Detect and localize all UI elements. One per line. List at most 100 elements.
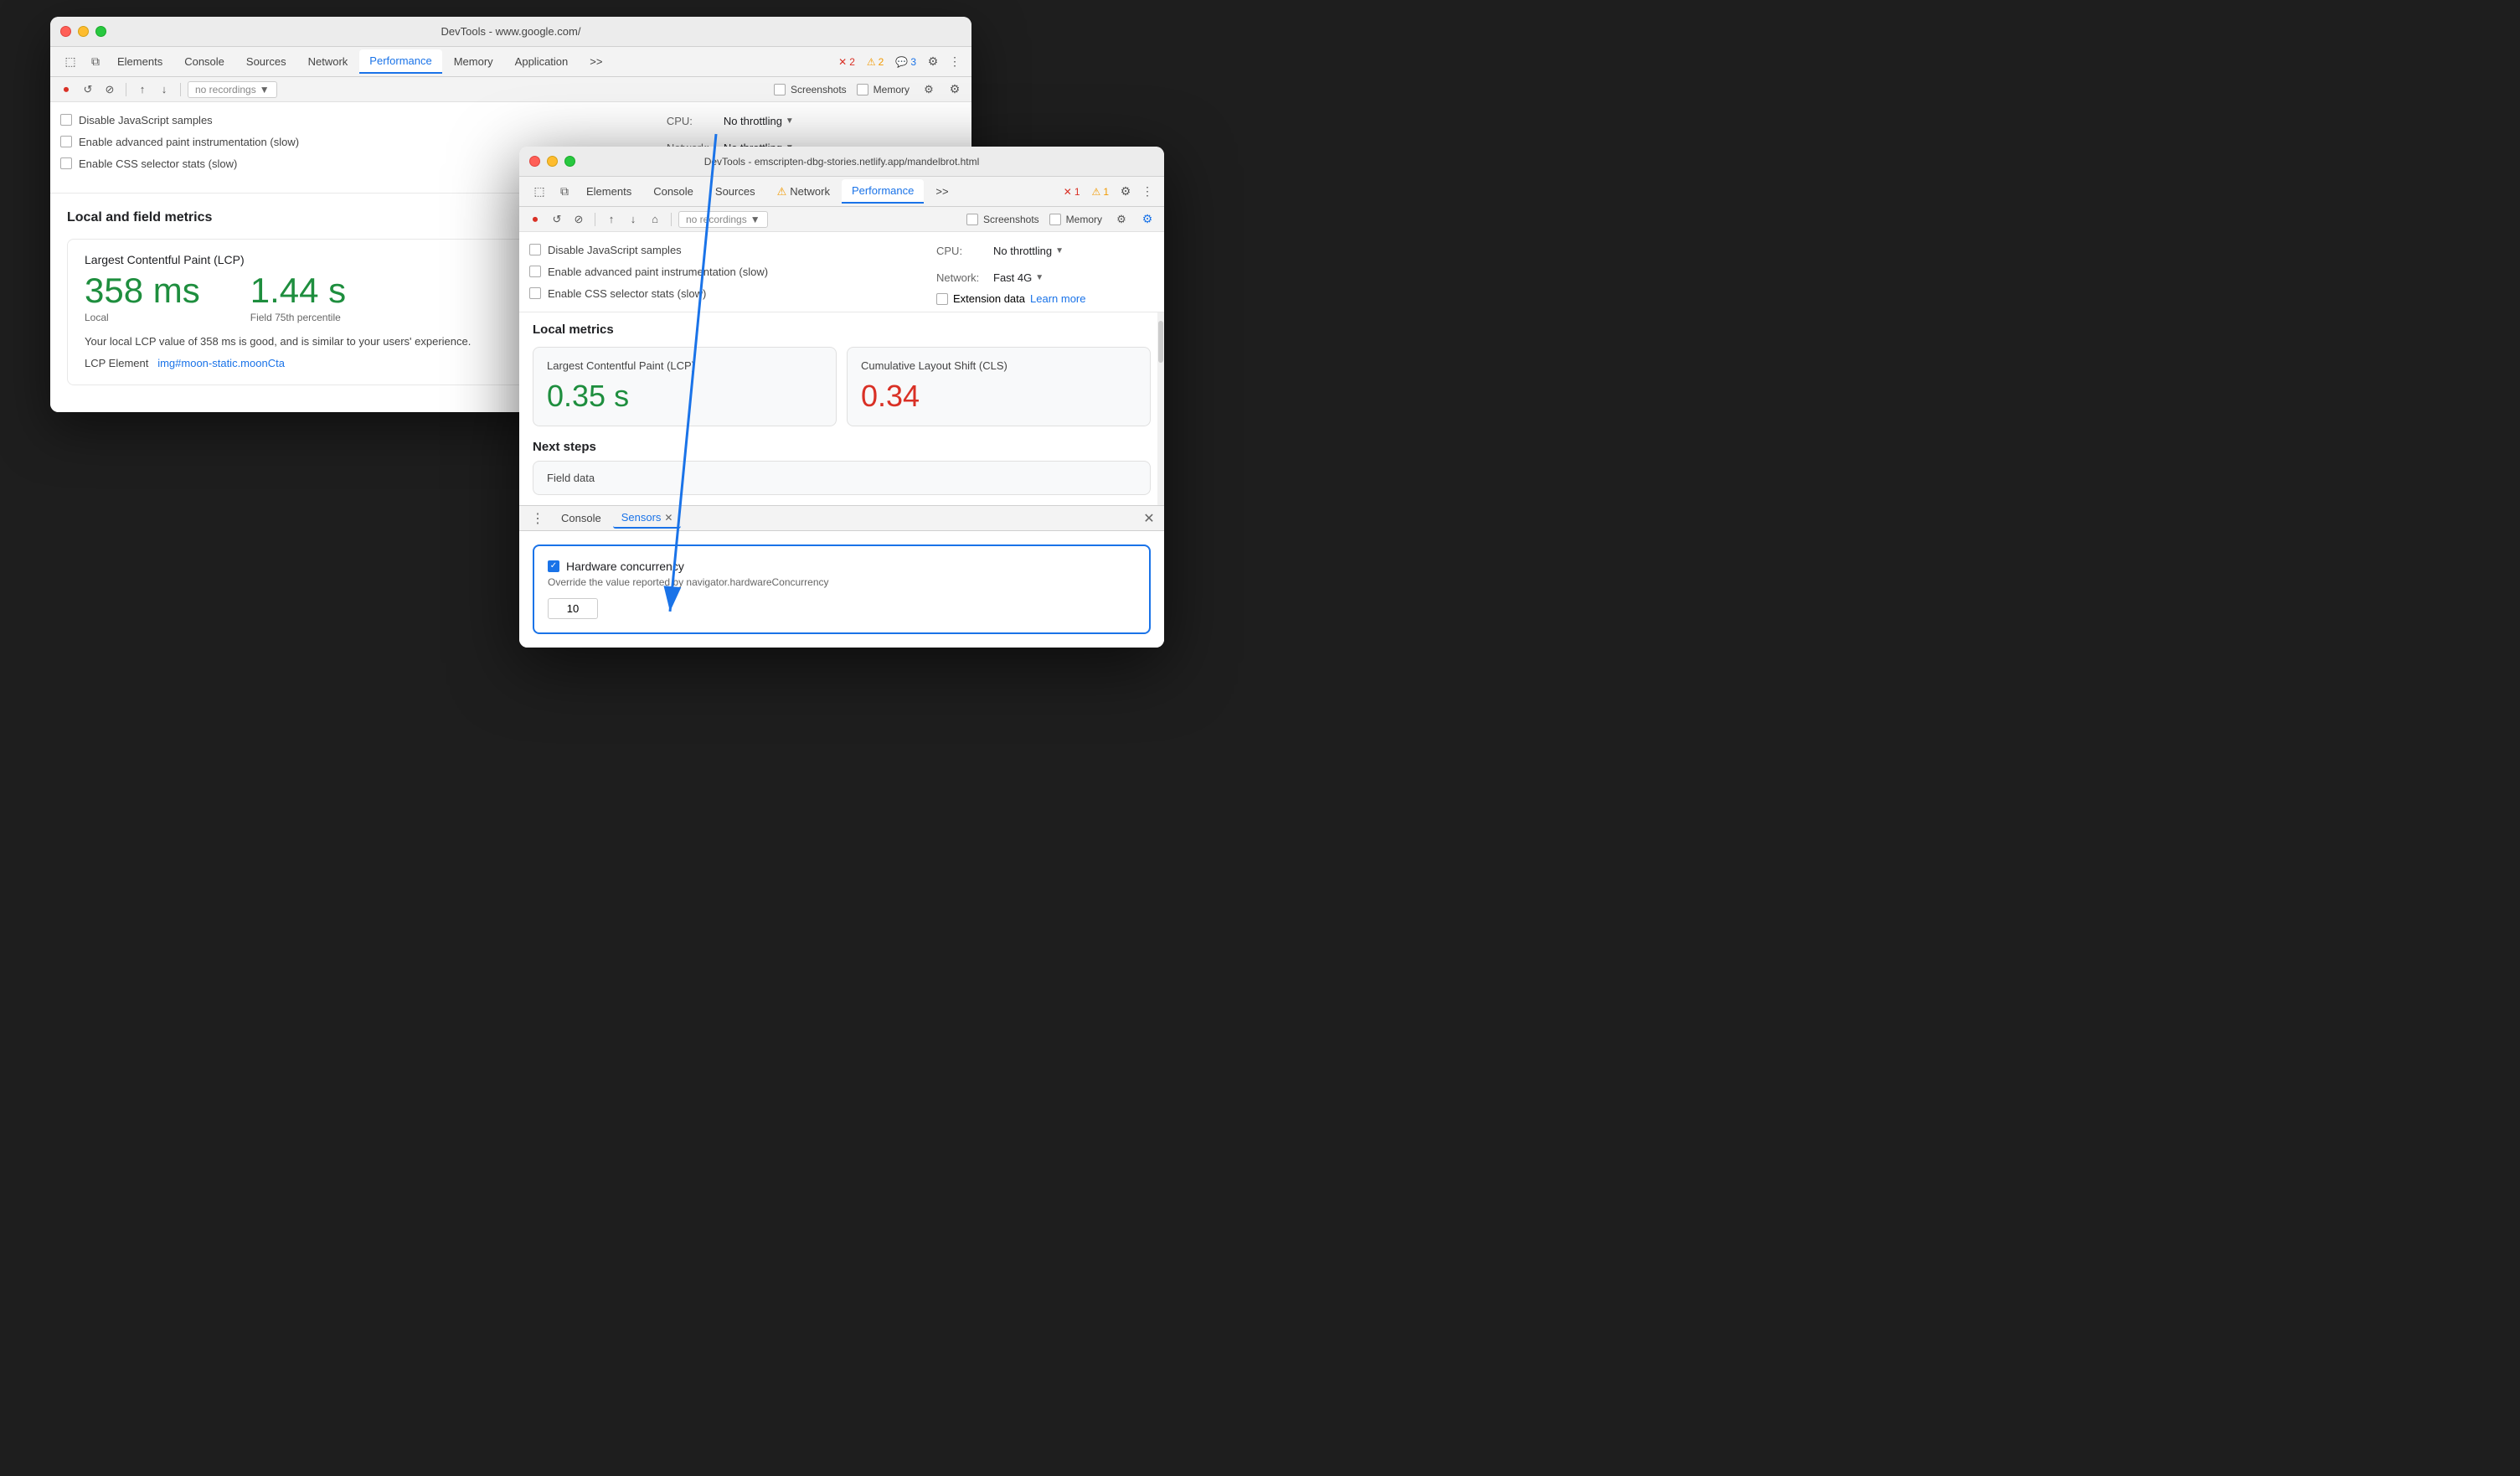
minimize-button-1[interactable] xyxy=(78,26,89,37)
recording-select-2[interactable]: no recordings ▼ xyxy=(678,211,768,228)
close-button-1[interactable] xyxy=(60,26,71,37)
scrollbar-track[interactable] xyxy=(1157,312,1164,505)
hw-concurrency-input-2[interactable] xyxy=(548,598,598,619)
tab-network-1[interactable]: Network xyxy=(298,50,358,73)
screenshots-check-1[interactable] xyxy=(774,84,786,95)
tab-console-2[interactable]: Console xyxy=(643,180,703,203)
tab-performance-2[interactable]: Performance xyxy=(842,179,924,204)
close-button-2[interactable] xyxy=(529,156,540,167)
field-data-title: Field data xyxy=(547,472,1136,484)
css-check-1[interactable] xyxy=(60,157,72,169)
memory-checkbox-1[interactable]: Memory xyxy=(857,84,910,95)
memory-check-2[interactable] xyxy=(1049,214,1061,225)
tab-application-1[interactable]: Application xyxy=(505,50,579,73)
tab-performance-1[interactable]: Performance xyxy=(359,49,441,74)
hw-card-desc: Override the value reported by navigator… xyxy=(548,576,1136,588)
download-button-1[interactable]: ↓ xyxy=(155,80,173,99)
recording-select-1[interactable]: no recordings ▼ xyxy=(188,81,277,98)
screenshots-checkbox-2[interactable]: Screenshots xyxy=(966,214,1039,225)
tab-elements-1[interactable]: Elements xyxy=(107,50,173,73)
disable-js-check-2[interactable] xyxy=(529,244,541,255)
download-button-2[interactable]: ↓ xyxy=(624,210,642,229)
screenshots-check-2[interactable] xyxy=(966,214,978,225)
option-disable-js-1: Disable JavaScript samples xyxy=(60,109,667,131)
cpu-throttle-select-1[interactable]: No throttling ▼ xyxy=(724,115,794,127)
refresh-button-1[interactable]: ↺ xyxy=(79,80,97,99)
more-icon-2[interactable]: ⋮ xyxy=(1137,182,1157,202)
paint-check-2[interactable] xyxy=(529,266,541,277)
window2-content: Local metrics Largest Contentful Paint (… xyxy=(519,312,1164,505)
clear-button-1[interactable]: ⊘ xyxy=(100,80,119,99)
window2-tab-icons: ⬚ ⧉ xyxy=(529,182,575,202)
settings-gear-1[interactable]: ⚙ xyxy=(945,80,965,100)
panel-close-button[interactable]: ✕ xyxy=(1141,510,1157,527)
settings-gear-2[interactable]: ⚙ xyxy=(1137,209,1157,230)
home-button-2[interactable]: ⌂ xyxy=(646,210,664,229)
cursor-icon[interactable]: ⬚ xyxy=(60,52,80,72)
toolbar-divider-4 xyxy=(671,213,672,226)
settings-icon-2[interactable]: ⚙ xyxy=(1116,182,1136,202)
scrollbar-thumb[interactable] xyxy=(1158,321,1163,363)
tab-more-1[interactable]: >> xyxy=(580,50,612,73)
sensors-tab-close[interactable]: ✕ xyxy=(664,512,673,524)
warning-badge-1[interactable]: ⚠ 2 xyxy=(862,54,889,70)
memory-checkbox-2[interactable]: Memory xyxy=(1049,214,1102,225)
responsive-icon[interactable]: ⧉ xyxy=(85,52,106,72)
memory-check-1[interactable] xyxy=(857,84,868,95)
refresh-button-2[interactable]: ↺ xyxy=(548,210,566,229)
record-button-1[interactable]: ⏺ xyxy=(57,80,75,99)
cpu-throttle-row-1: CPU: No throttling ▼ xyxy=(667,109,961,132)
cpu-throttle-select-2[interactable]: No throttling ▼ xyxy=(993,245,1064,257)
screenshots-checkbox-1[interactable]: Screenshots xyxy=(774,84,847,95)
settings-icon-1[interactable]: ⚙ xyxy=(923,52,943,72)
window1-toolbar: ⏺ ↺ ⊘ ↑ ↓ no recordings ▼ Screenshots Me… xyxy=(50,77,971,102)
console-tab[interactable]: Console xyxy=(553,508,610,528)
network-throttle-select-2[interactable]: Fast 4G ▼ xyxy=(993,271,1044,284)
local-metrics-title: Local metrics xyxy=(533,323,1151,337)
clear-button-2[interactable]: ⊘ xyxy=(569,210,588,229)
learn-more-link[interactable]: Learn more xyxy=(1030,292,1085,305)
record-button-2[interactable]: ⏺ xyxy=(526,210,544,229)
cpu-throttle-row-2: CPU: No throttling ▼ xyxy=(936,239,1154,262)
tab-sources-1[interactable]: Sources xyxy=(236,50,296,73)
minimize-button-2[interactable] xyxy=(547,156,558,167)
lcp-element-link-1[interactable]: img#moon-static.moonCta xyxy=(157,357,285,369)
paint-check-1[interactable] xyxy=(60,136,72,147)
tab-memory-1[interactable]: Memory xyxy=(444,50,503,73)
window2-toolbar: ⏺ ↺ ⊘ ↑ ↓ ⌂ no recordings ▼ Screenshots … xyxy=(519,207,1164,232)
window2-devtools-tabs: ⬚ ⧉ Elements Console Sources ⚠ Network P… xyxy=(519,177,1164,207)
more-icon-1[interactable]: ⋮ xyxy=(945,52,965,72)
upload-button-2[interactable]: ↑ xyxy=(602,210,621,229)
disable-js-check-1[interactable] xyxy=(60,114,72,126)
cpu-profile-icon-2[interactable]: ⚙ xyxy=(1112,210,1131,229)
tab-console-1[interactable]: Console xyxy=(174,50,234,73)
tab-elements-2[interactable]: Elements xyxy=(576,180,642,203)
panel-menu-icon[interactable]: ⋮ xyxy=(526,508,549,529)
cpu-profile-icon-1[interactable]: ⚙ xyxy=(920,80,938,99)
cls-card-title-2: Cumulative Layout Shift (CLS) xyxy=(861,359,1136,372)
traffic-lights-2 xyxy=(529,156,575,167)
ext-data-check-2[interactable] xyxy=(936,293,948,305)
tab-more-2[interactable]: >> xyxy=(925,180,958,203)
sensors-tab[interactable]: Sensors ✕ xyxy=(613,508,682,529)
lcp-value-2: 0.35 s xyxy=(547,379,822,414)
responsive-icon-2[interactable]: ⧉ xyxy=(554,182,575,202)
tab-sources-2[interactable]: Sources xyxy=(705,180,765,203)
lcp-local-value-1: 358 ms xyxy=(85,273,200,308)
error-badge-1[interactable]: ✕ 2 xyxy=(833,54,860,70)
cls-card-2: Cumulative Layout Shift (CLS) 0.34 xyxy=(847,347,1151,426)
info-badge-1[interactable]: 💬 3 xyxy=(890,54,921,70)
error-badge-2[interactable]: ✕ 1 xyxy=(1059,184,1085,199)
win2-left-opts: Disable JavaScript samples Enable advanc… xyxy=(529,239,936,304)
lcp-card-2: Largest Contentful Paint (LCP) 0.35 s xyxy=(533,347,837,426)
maximize-button-2[interactable] xyxy=(564,156,575,167)
hw-concurrency-check-2[interactable] xyxy=(548,560,559,572)
css-check-2[interactable] xyxy=(529,287,541,299)
cursor-icon-2[interactable]: ⬚ xyxy=(529,182,549,202)
tab-network-2[interactable]: ⚠ Network xyxy=(767,180,840,204)
maximize-button-1[interactable] xyxy=(95,26,106,37)
cls-value-2: 0.34 xyxy=(861,379,1136,414)
window1-title: DevTools - www.google.com/ xyxy=(441,25,581,38)
upload-button-1[interactable]: ↑ xyxy=(133,80,152,99)
warning-badge-2[interactable]: ⚠ 1 xyxy=(1087,184,1114,199)
